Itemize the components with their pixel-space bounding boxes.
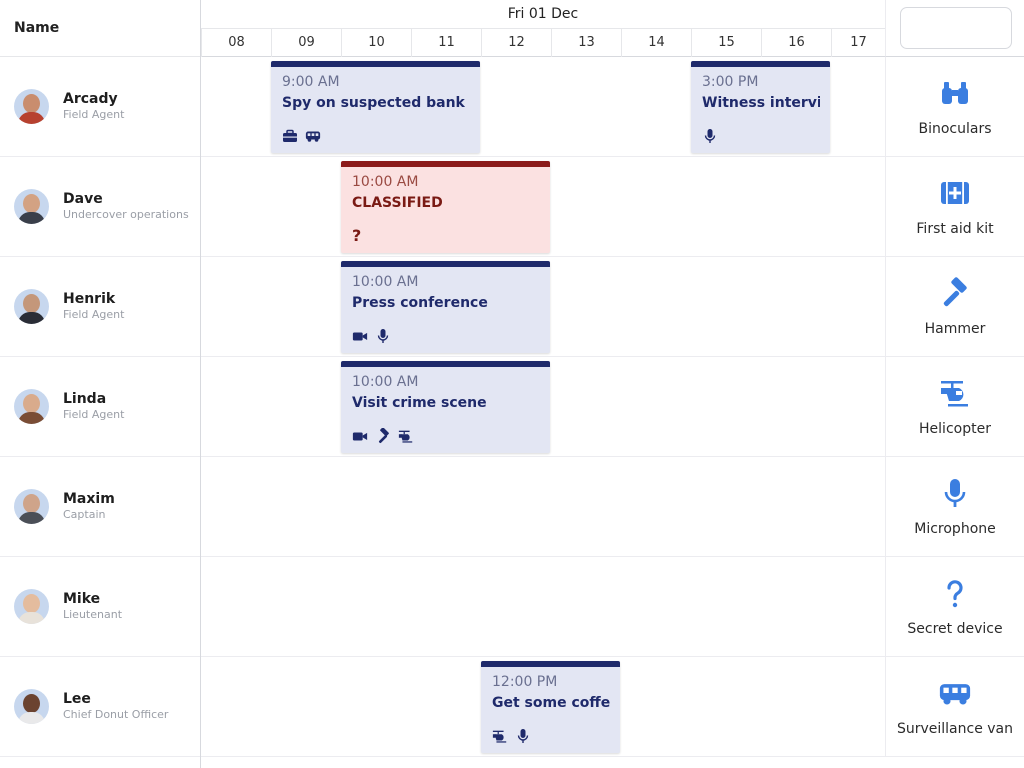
name-column-header[interactable]: Name	[0, 0, 200, 57]
avatar	[14, 689, 49, 724]
equipment-label: Secret device	[907, 621, 1003, 637]
hour-label: 12	[481, 29, 551, 57]
hour-label: 15	[691, 29, 761, 57]
equipment-item-microphone[interactable]: Microphone	[885, 457, 1024, 557]
van-icon	[939, 684, 971, 705]
helicopter-icon	[492, 730, 507, 743]
event-classified[interactable]: 10:00 AM CLASSIFIED ?	[341, 161, 550, 253]
resource-row-lee[interactable]: Lee Chief Donut Officer	[0, 657, 200, 757]
equipment-label: Surveillance van	[896, 721, 1014, 737]
resource-role: Chief Donut Officer	[63, 708, 169, 721]
video-camera-icon	[352, 332, 368, 341]
question-icon	[947, 580, 963, 608]
avatar	[14, 489, 49, 524]
event-color-bar	[271, 61, 480, 67]
resource-name: Maxim	[63, 491, 115, 507]
avatar	[14, 189, 49, 224]
date-label: Fri 01 Dec	[201, 0, 885, 29]
equipment-item-surveillance-van[interactable]: Surveillance van	[885, 657, 1024, 757]
video-camera-icon	[352, 432, 368, 441]
event-title: Visit crime scene	[352, 395, 487, 411]
event-time: 9:00 AM	[282, 74, 340, 90]
hour-label: 16	[761, 29, 831, 57]
equipment-label: Microphone	[914, 521, 996, 537]
event-visit-crime-scene[interactable]: 10:00 AM Visit crime scene	[341, 361, 550, 453]
resource-name: Linda	[63, 391, 107, 407]
resource-role: Undercover operations	[63, 208, 189, 221]
resource-row-linda[interactable]: Linda Field Agent	[0, 357, 200, 457]
resource-row-maxim[interactable]: Maxim Captain	[0, 457, 200, 557]
event-color-bar	[691, 61, 830, 67]
resource-row-arcady[interactable]: Arcady Field Agent	[0, 57, 200, 157]
binoculars-icon	[942, 82, 968, 104]
timeline-header: Fri 01 Dec 08 09 10 11 12 13 14 15 16 17	[201, 0, 885, 57]
event-color-bar	[341, 361, 550, 367]
microphone-icon	[704, 129, 716, 143]
equipment-label: Binoculars	[918, 121, 992, 137]
equipment-label: First aid kit	[916, 221, 994, 237]
event-color-bar	[341, 161, 550, 167]
hammer-icon	[378, 428, 389, 444]
event-title: Press conference	[352, 295, 488, 311]
equipment-item-secret-device[interactable]: Secret device	[885, 557, 1024, 657]
event-time: 10:00 AM	[352, 374, 419, 390]
event-time: 10:00 AM	[352, 274, 419, 290]
resource-row-mike[interactable]: Mike Lieutenant	[0, 557, 200, 657]
hour-label: 10	[341, 29, 411, 57]
event-title: Get some coffee	[492, 695, 610, 711]
event-time: 10:00 AM	[352, 174, 419, 190]
hammer-icon	[943, 277, 967, 307]
equipment-item-helicopter[interactable]: Helicopter	[885, 357, 1024, 457]
resource-row-dave[interactable]: Dave Undercover operations	[0, 157, 200, 257]
resource-role: Field Agent	[63, 108, 125, 121]
event-witness-interview[interactable]: 3:00 PM Witness interview	[691, 61, 830, 153]
question-icon: ?	[352, 226, 362, 245]
resource-role: Field Agent	[63, 308, 125, 321]
event-color-bar	[481, 661, 620, 667]
event-spy-on-bank-robbers[interactable]: 9:00 AM Spy on suspected bank robbers	[271, 61, 480, 153]
resource-name: Lee	[63, 691, 91, 707]
avatar	[14, 89, 49, 124]
event-get-some-coffee[interactable]: 12:00 PM Get some coffee	[481, 661, 620, 753]
van-icon	[305, 131, 321, 142]
avatar	[14, 589, 49, 624]
equipment-label: Hammer	[924, 321, 986, 337]
avatar	[14, 389, 49, 424]
event-color-bar	[341, 261, 550, 267]
resource-role: Lieutenant	[63, 608, 123, 621]
resource-name: Henrik	[63, 291, 116, 307]
helicopter-icon	[941, 381, 968, 407]
avatar	[14, 289, 49, 324]
hour-label: 14	[621, 29, 691, 57]
hour-label: 17	[831, 29, 885, 57]
resource-role: Captain	[63, 508, 106, 521]
hour-label: 08	[201, 29, 271, 57]
equipment-item-first-aid-kit[interactable]: First aid kit	[885, 157, 1024, 257]
equipment-search-input[interactable]	[900, 7, 1012, 49]
resource-row-henrik[interactable]: Henrik Field Agent	[0, 257, 200, 357]
microphone-icon	[377, 329, 389, 343]
first-aid-kit-icon	[941, 182, 969, 204]
hour-label: 11	[411, 29, 481, 57]
toolbox-icon	[283, 129, 297, 142]
hour-label: 13	[551, 29, 621, 57]
microphone-icon	[517, 729, 529, 743]
event-press-conference[interactable]: 10:00 AM Press conference	[341, 261, 550, 353]
event-time: 12:00 PM	[492, 674, 558, 690]
equipment-item-binoculars[interactable]: Binoculars	[885, 57, 1024, 157]
equipment-item-hammer[interactable]: Hammer	[885, 257, 1024, 357]
equipment-label: Helicopter	[919, 421, 991, 437]
resource-name: Arcady	[63, 91, 118, 107]
event-title: CLASSIFIED	[352, 195, 443, 211]
event-time: 3:00 PM	[702, 74, 759, 90]
equipment-header	[885, 0, 1024, 57]
event-title: Spy on suspected bank robbers	[282, 95, 470, 111]
microphone-icon	[944, 479, 966, 507]
resource-name: Mike	[63, 591, 101, 607]
hour-label: 09	[271, 29, 341, 57]
helicopter-icon	[398, 430, 413, 443]
resource-role: Field Agent	[63, 408, 125, 421]
resource-name: Dave	[63, 191, 103, 207]
event-title: Witness interview	[702, 95, 820, 111]
